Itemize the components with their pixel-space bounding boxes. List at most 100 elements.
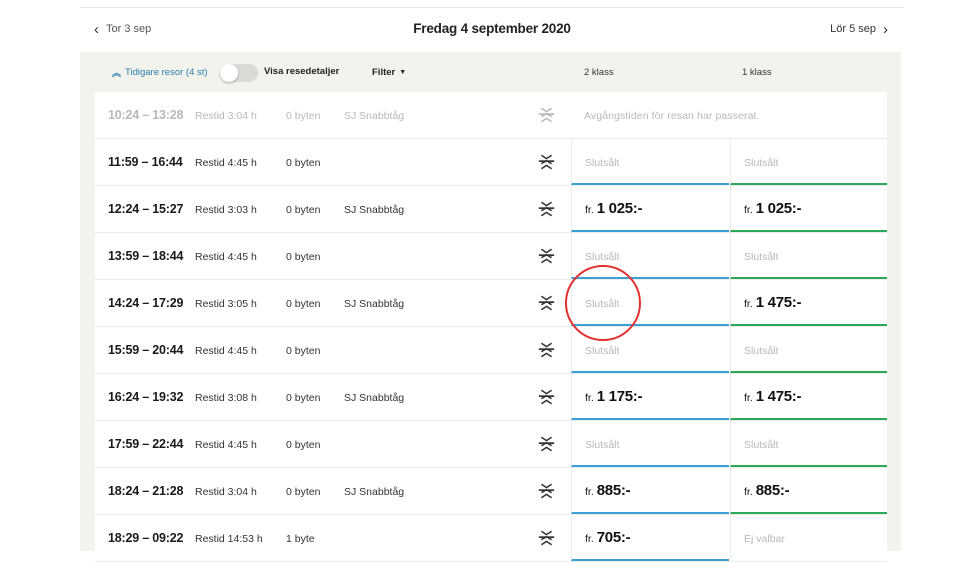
- price-cell-1-klass[interactable]: Slutsålt: [730, 421, 887, 467]
- sj-logo-icon: [538, 154, 555, 170]
- price-cell-2-klass[interactable]: fr. 705:-: [571, 515, 729, 561]
- price-cell-2-klass[interactable]: fr. 1 025:-: [571, 186, 729, 232]
- price-amount: 1 025:-: [596, 200, 643, 217]
- sj-logo-icon: [538, 201, 555, 217]
- sj-logo-icon: [538, 530, 555, 546]
- from-prefix: fr.: [585, 392, 594, 404]
- departure-time: 16:24 – 19:32: [108, 390, 184, 404]
- travel-duration: Restid 3:04 h: [195, 110, 257, 122]
- departure-row[interactable]: 13:59 – 18:44 Restid 4:45 h 0 byten Slut…: [95, 233, 887, 280]
- departure-row[interactable]: 18:24 – 21:28 Restid 3:04 h 0 byten SJ S…: [95, 468, 887, 515]
- caret-down-icon: ▼: [399, 69, 407, 76]
- departure-row[interactable]: 16:24 – 19:32 Restid 3:08 h 0 byten SJ S…: [95, 374, 887, 421]
- price-value: fr. 885:-: [744, 482, 790, 499]
- price-amount: 885:-: [596, 482, 631, 499]
- transfer-count: 1 byte: [286, 533, 315, 545]
- from-prefix: fr.: [744, 486, 753, 498]
- availability-status: Slutsålt: [585, 439, 620, 451]
- next-day-link[interactable]: Lör 5 sep ›: [830, 20, 888, 38]
- travel-duration: Restid 4:45 h: [195, 251, 257, 263]
- price-amount: 1 175:-: [596, 388, 643, 405]
- departure-time: 11:59 – 16:44: [108, 155, 183, 169]
- transfer-count: 0 byten: [286, 439, 321, 451]
- transfer-count: 0 byten: [286, 298, 321, 310]
- travel-duration: Restid 3:05 h: [195, 298, 257, 310]
- price-value: fr. 705:-: [585, 529, 631, 546]
- price-cell-2-klass[interactable]: Slutsålt: [571, 327, 729, 373]
- transfer-count: 0 byten: [286, 157, 321, 169]
- availability-status: Slutsålt: [744, 439, 779, 451]
- price-cell-2-klass[interactable]: fr. 1 175:-: [571, 374, 729, 420]
- price-amount: 1 475:-: [755, 294, 802, 311]
- departure-time: 17:59 – 22:44: [108, 437, 184, 451]
- departure-list: 10:24 – 13:28 Restid 3:04 h 0 byten SJ S…: [95, 92, 887, 562]
- departure-time: 12:24 – 15:27: [108, 202, 184, 216]
- departure-row[interactable]: 18:29 – 09:22 Restid 14:53 h 1 byte fr. 7…: [95, 515, 887, 562]
- train-type: SJ Snabbtåg: [344, 110, 405, 122]
- availability-status: Slutsålt: [585, 345, 620, 357]
- results-toolbar: ︽ Tidigare resor (4 st) Visa resedetalje…: [80, 52, 901, 92]
- availability-status: Ej valbar: [744, 533, 785, 545]
- from-prefix: fr.: [585, 533, 594, 545]
- train-type: SJ Snabbtåg: [344, 204, 405, 216]
- price-value: fr. 1 025:-: [585, 200, 643, 217]
- sj-logo-icon: [538, 107, 555, 123]
- sj-logo-icon: [538, 295, 555, 311]
- show-details-toggle[interactable]: [220, 64, 258, 82]
- travel-duration: Restid 3:03 h: [195, 204, 257, 216]
- price-cell-2-klass[interactable]: fr. 885:-: [571, 468, 729, 514]
- price-cell-2-klass[interactable]: Slutsålt: [571, 139, 729, 185]
- filter-label: Filter: [372, 67, 396, 78]
- price-cell-1-klass[interactable]: Ej valbar: [730, 515, 887, 561]
- departure-row[interactable]: 15:59 – 20:44 Restid 4:45 h 0 byten Slut…: [95, 327, 887, 374]
- price-cell-2-klass[interactable]: Slutsålt: [571, 421, 729, 467]
- departure-row[interactable]: 14:24 – 17:29 Restid 3:05 h 0 byten SJ S…: [95, 280, 887, 327]
- travel-duration: Restid 4:45 h: [195, 439, 257, 451]
- availability-status: Slutsålt: [744, 345, 779, 357]
- chevron-right-icon: ›: [883, 20, 888, 38]
- departure-time: 10:24 – 13:28: [108, 108, 184, 122]
- earlier-trips-label: Tidigare resor (4 st): [125, 67, 208, 78]
- price-cell-1-klass[interactable]: fr. 885:-: [730, 468, 887, 514]
- price-amount: 705:-: [596, 529, 631, 546]
- availability-status: Slutsålt: [585, 157, 620, 169]
- price-cell-2-klass[interactable]: Slutsålt: [571, 233, 729, 279]
- from-prefix: fr.: [585, 204, 594, 216]
- price-amount: 1 475:-: [755, 388, 802, 405]
- selected-date-title: Fredag 4 september 2020: [413, 21, 571, 36]
- price-cell-1-klass[interactable]: Slutsålt: [730, 327, 887, 373]
- price-cell-1-klass[interactable]: fr. 1 475:-: [730, 280, 887, 326]
- next-day-label: Lör 5 sep: [830, 23, 876, 35]
- price-cell-1-klass[interactable]: Slutsålt: [730, 233, 887, 279]
- sj-logo-icon: [538, 389, 555, 405]
- price-cell-1-klass[interactable]: fr. 1 475:-: [730, 374, 887, 420]
- departure-row[interactable]: 17:59 – 22:44 Restid 4:45 h 0 byten Slut…: [95, 421, 887, 468]
- column-header-2-klass: 2 klass: [584, 67, 614, 78]
- travel-duration: Restid 3:04 h: [195, 486, 257, 498]
- price-value: fr. 1 025:-: [744, 200, 802, 217]
- departure-row[interactable]: 12:24 – 15:27 Restid 3:03 h 0 byten SJ S…: [95, 186, 887, 233]
- price-cell-2-klass[interactable]: Slutsålt: [571, 280, 729, 326]
- filter-dropdown[interactable]: Filter ▼: [372, 67, 406, 78]
- train-type: SJ Snabbtåg: [344, 486, 405, 498]
- transfer-count: 0 byten: [286, 345, 321, 357]
- transfer-count: 0 byten: [286, 486, 321, 498]
- departure-row[interactable]: 11:59 – 16:44 Restid 4:45 h 0 byten Slut…: [95, 139, 887, 186]
- toggle-knob: [220, 64, 238, 82]
- earlier-trips-link[interactable]: ︽ Tidigare resor (4 st): [112, 67, 208, 78]
- transfer-count: 0 byten: [286, 110, 321, 122]
- departure-passed-message: Avgångstiden för resan har passerat.: [584, 110, 760, 122]
- departure-time: 18:24 – 21:28: [108, 484, 184, 498]
- availability-status: Slutsålt: [585, 298, 620, 310]
- availability-status: Slutsålt: [744, 157, 779, 169]
- departure-time: 14:24 – 17:29: [108, 296, 184, 310]
- transfer-count: 0 byten: [286, 204, 321, 216]
- date-navigation-bar: ‹ Tor 3 sep Fredag 4 september 2020 Lör …: [80, 8, 904, 52]
- double-chevron-up-icon: ︽: [112, 67, 122, 78]
- departure-time: 15:59 – 20:44: [108, 343, 184, 357]
- departure-row[interactable]: 10:24 – 13:28 Restid 3:04 h 0 byten SJ S…: [95, 92, 887, 139]
- departure-time: 18:29 – 09:22: [108, 531, 184, 545]
- price-cell-1-klass[interactable]: fr. 1 025:-: [730, 186, 887, 232]
- sj-logo-icon: [538, 436, 555, 452]
- price-cell-1-klass[interactable]: Slutsålt: [730, 139, 887, 185]
